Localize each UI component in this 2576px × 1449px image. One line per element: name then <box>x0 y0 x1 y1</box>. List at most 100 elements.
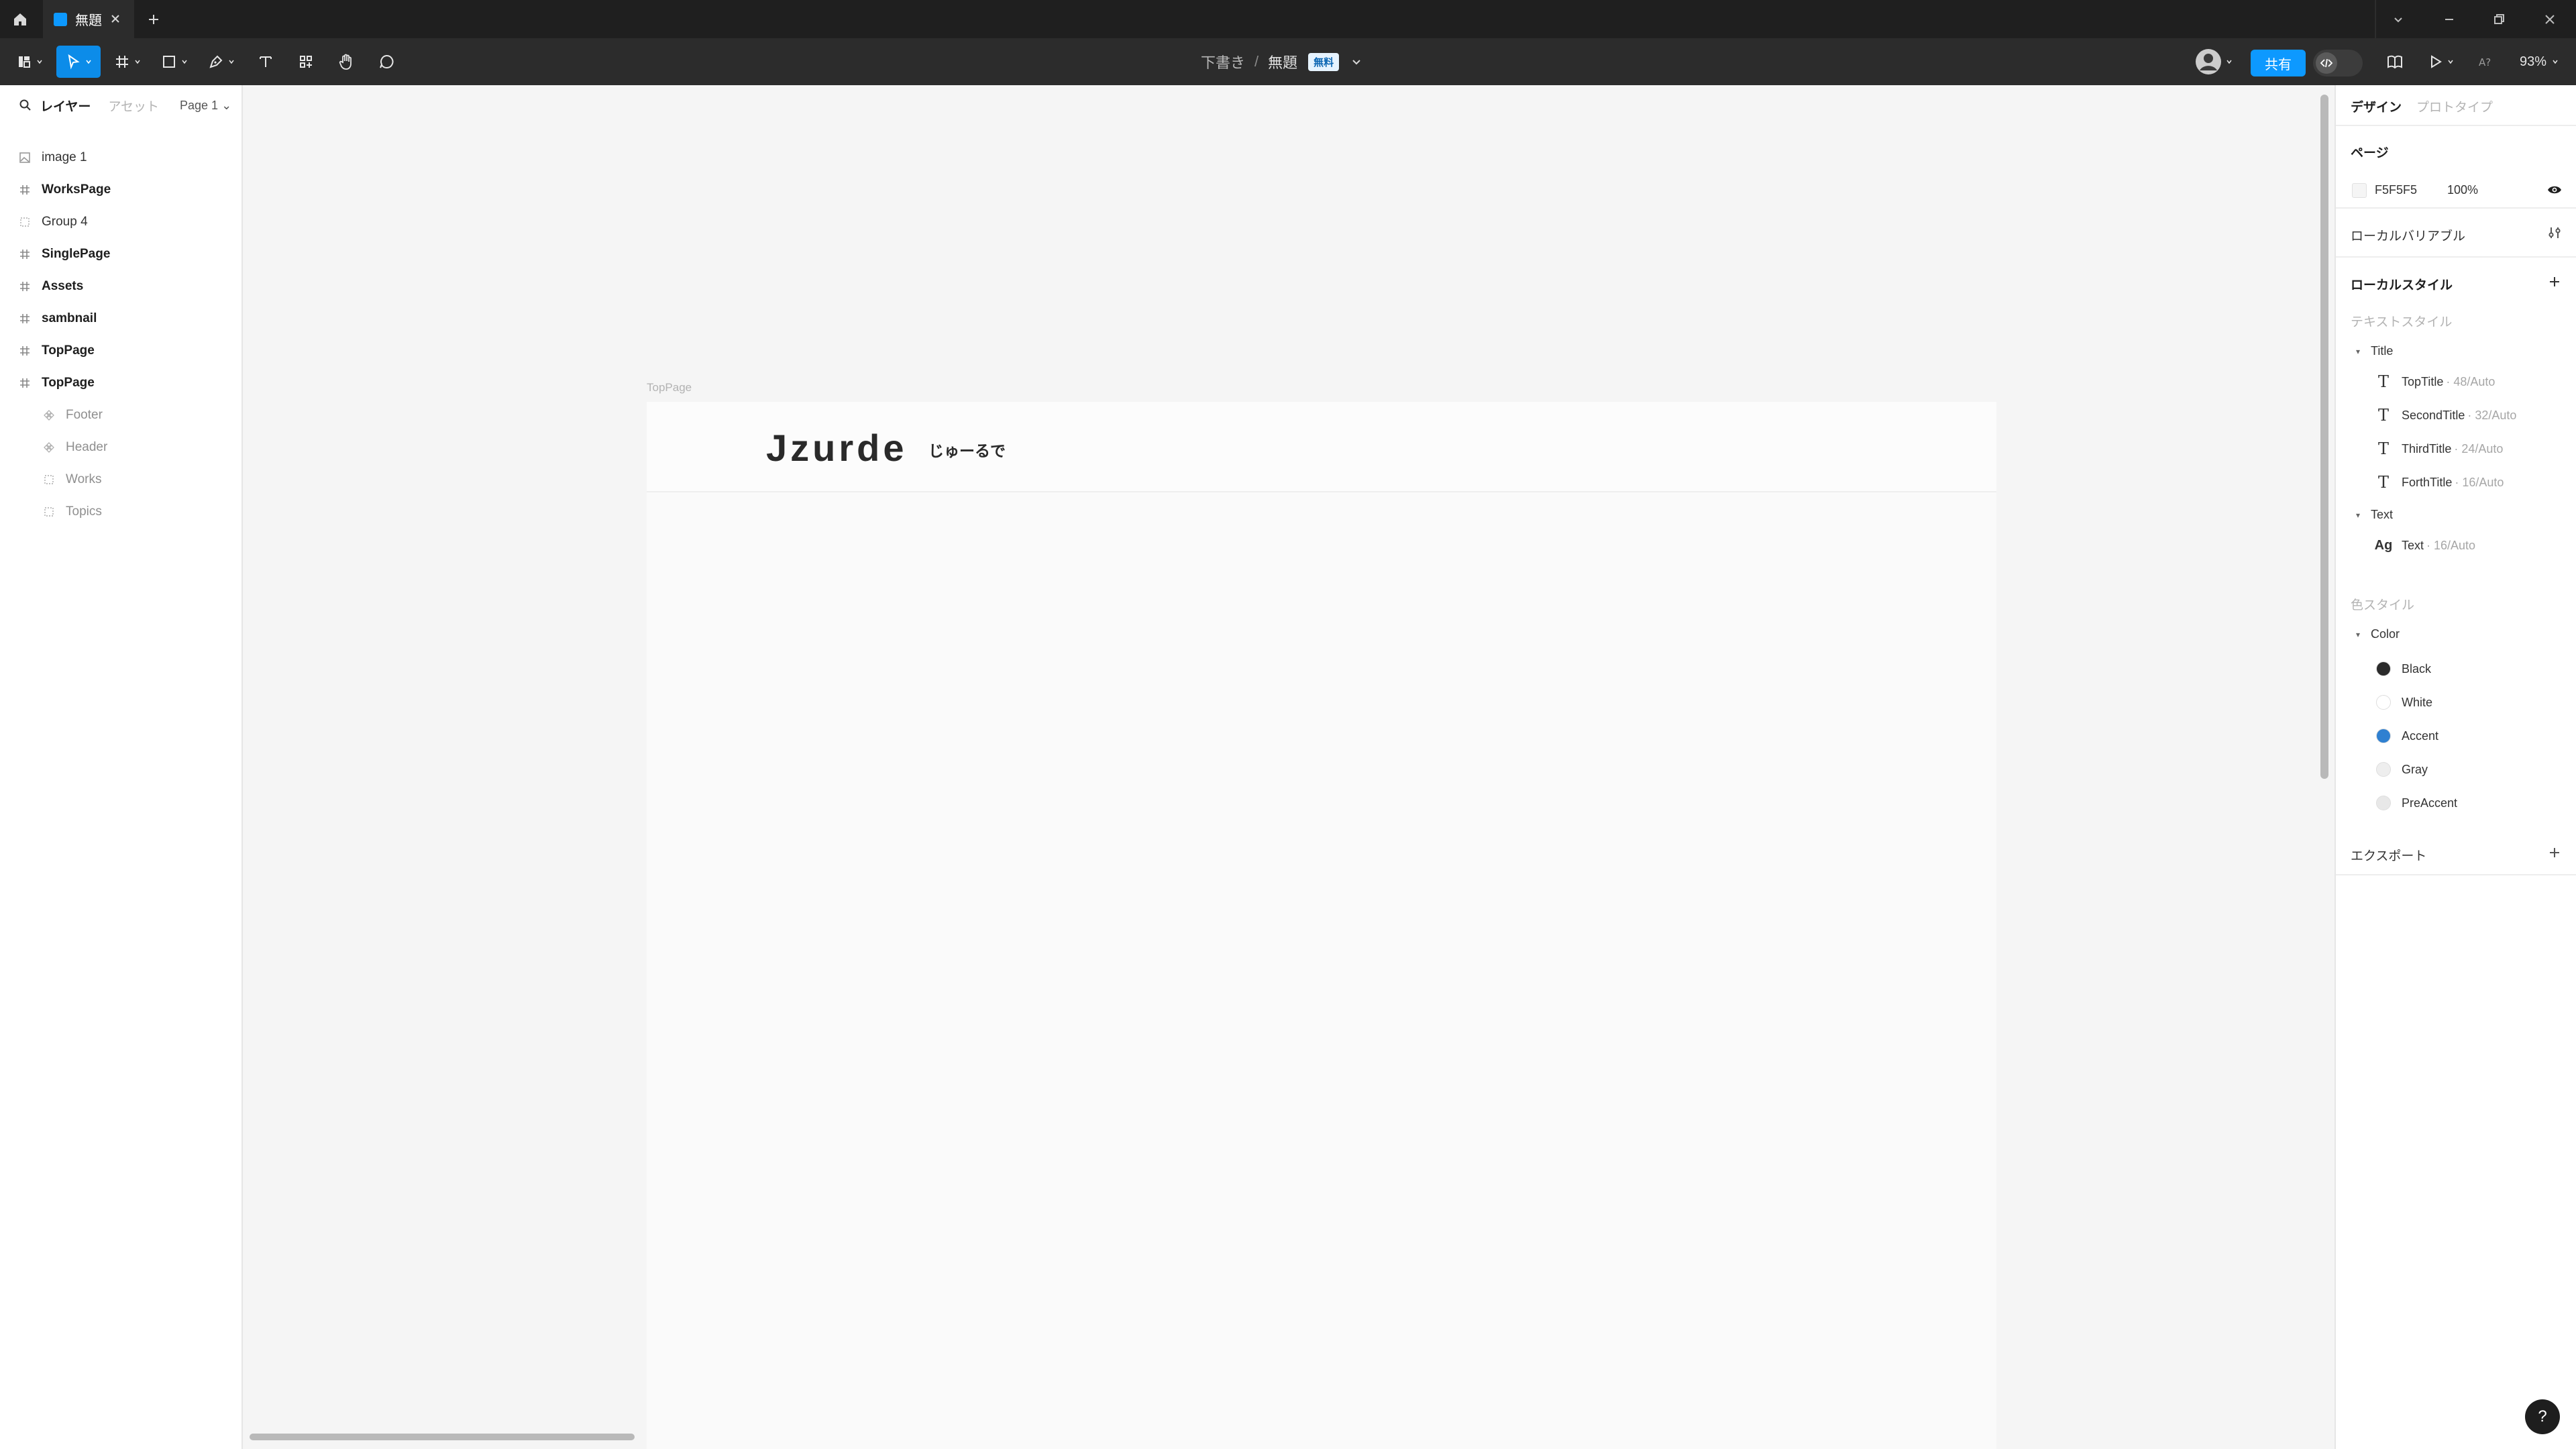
layer-row[interactable]: Footer <box>0 399 241 431</box>
text-group-row[interactable]: ▾ Text <box>2356 508 2393 522</box>
color-swatch <box>2373 762 2394 777</box>
logo-text[interactable]: Jzurde <box>766 426 908 470</box>
page-color-value[interactable]: F5F5F5 <box>2375 183 2417 197</box>
layer-name: image 1 <box>42 150 87 164</box>
close-tab-icon[interactable] <box>106 9 125 28</box>
close-icon[interactable] <box>2540 9 2560 30</box>
vertical-scrollbar[interactable] <box>2320 95 2328 779</box>
swatch-dot <box>2376 729 2391 743</box>
main-menu-icon[interactable] <box>9 46 50 78</box>
tab-prototype[interactable]: プロトタイプ <box>2416 97 2493 115</box>
logo-subtext[interactable]: じゅーるで <box>928 438 1006 461</box>
restore-icon[interactable] <box>2489 9 2509 30</box>
tab-layers[interactable]: レイヤー <box>40 97 91 115</box>
divider <box>2336 125 2576 126</box>
tab-design[interactable]: デザイン <box>2351 97 2402 115</box>
chevron-down-icon[interactable] <box>1351 56 1362 67</box>
color-style-row[interactable]: Black <box>2373 657 2431 681</box>
variables-settings-icon[interactable] <box>2546 225 2563 241</box>
share-button[interactable]: 共有 <box>2251 50 2306 76</box>
layer-row[interactable]: SinglePage <box>0 238 241 270</box>
pen-icon[interactable] <box>201 46 241 78</box>
add-export-icon[interactable] <box>2546 845 2563 861</box>
text-style-row[interactable]: T SecondTitle · 32/Auto <box>2373 403 2516 427</box>
layer-row[interactable]: TopPage <box>0 335 241 367</box>
file-name[interactable]: 無題 <box>1268 51 1297 72</box>
hand-icon[interactable] <box>330 46 362 78</box>
chevron-down-icon[interactable]: ▾ <box>2356 347 2360 356</box>
layer-name: WorksPage <box>42 182 111 197</box>
avatar[interactable] <box>2195 48 2233 75</box>
page-opacity-value[interactable]: 100% <box>2447 183 2478 197</box>
frame-icon <box>17 279 32 294</box>
eye-icon[interactable] <box>2546 182 2563 198</box>
horizontal-scrollbar[interactable] <box>250 1434 635 1440</box>
color-style-row[interactable]: Gray <box>2373 757 2428 782</box>
minimize-icon[interactable] <box>2439 9 2459 30</box>
layer-row[interactable]: Assets <box>0 270 241 303</box>
toppage-frame[interactable]: Jzurde じゅーるで <box>647 402 1996 1449</box>
file-tab[interactable]: 無題 <box>43 0 134 38</box>
layer-row[interactable]: sambnail <box>0 303 241 335</box>
layer-name: Header <box>66 440 108 454</box>
chevron-down-icon[interactable]: ▾ <box>2356 630 2360 639</box>
page-selector-label: Page 1 <box>180 99 219 112</box>
frame-label[interactable]: TopPage <box>647 381 692 394</box>
local-styles-title: ローカルスタイル <box>2351 278 2453 292</box>
text-style-row[interactable]: T TopTitle · 48/Auto <box>2373 370 2495 394</box>
dev-mode-toggle[interactable] <box>2313 50 2363 76</box>
chevron-down-icon[interactable]: ▾ <box>2356 511 2360 520</box>
text-icon[interactable] <box>250 46 282 78</box>
move-icon[interactable] <box>56 46 101 78</box>
color-swatch <box>2373 796 2394 810</box>
comment-icon[interactable] <box>370 46 402 78</box>
color-style-name: Black <box>2402 661 2432 676</box>
frame-icon <box>17 311 32 326</box>
resources-icon[interactable] <box>290 46 322 78</box>
tab-assets[interactable]: アセット <box>108 97 159 115</box>
text-style-row[interactable]: T ForthTitle · 16/Auto <box>2373 470 2504 494</box>
text-style-t-icon: T <box>2377 406 2389 425</box>
group-icon <box>42 472 56 487</box>
left-panel-tabs: レイヤー アセット Page 1 ⌄ <box>0 85 241 125</box>
design-panel: デザイン プロトタイプ ページ F5F5F5 100% ローカルバリアブル ロー… <box>2334 85 2576 1449</box>
color-group-row[interactable]: ▾ Color <box>2356 627 2400 641</box>
local-variables-label[interactable]: ローカルバリアブル <box>2351 226 2465 244</box>
layer-row[interactable]: Topics <box>0 496 241 528</box>
file-tab-title: 無題 <box>75 13 102 28</box>
layer-name: Footer <box>66 408 103 422</box>
breadcrumb-drafts[interactable]: 下書き <box>1201 51 1245 72</box>
layer-row[interactable]: Group 4 <box>0 206 241 238</box>
layer-row[interactable]: Header <box>0 431 241 464</box>
color-style-row[interactable]: Accent <box>2373 724 2438 748</box>
home-icon[interactable] <box>9 9 31 30</box>
help-button[interactable]: ? <box>2525 1399 2560 1434</box>
canvas[interactable]: TopPage Jzurde じゅーるで <box>244 85 2333 1449</box>
frame-icon[interactable] <box>107 46 148 78</box>
search-icon[interactable] <box>19 99 32 112</box>
add-style-icon[interactable] <box>2546 274 2563 290</box>
page-color-swatch[interactable] <box>2352 183 2367 198</box>
new-tab-icon[interactable] <box>144 9 164 30</box>
color-style-row[interactable]: PreAccent <box>2373 791 2457 815</box>
shape-icon[interactable] <box>154 46 195 78</box>
layer-row[interactable]: TopPage <box>0 367 241 399</box>
present-icon[interactable] <box>2424 46 2458 78</box>
color-style-row[interactable]: White <box>2373 690 2432 714</box>
page-selector[interactable]: Page 1 ⌄ <box>180 99 231 113</box>
font-missing-icon[interactable]: A? <box>2474 46 2498 78</box>
color-style-name: White <box>2402 695 2433 709</box>
layer-row[interactable]: WorksPage <box>0 174 241 206</box>
library-icon[interactable] <box>2380 46 2410 78</box>
zoom-menu[interactable]: 93% <box>2520 38 2559 85</box>
text-group-row[interactable]: ▾ Title <box>2356 344 2393 358</box>
text-style-row[interactable]: T ThirdTitle · 24/Auto <box>2373 437 2503 461</box>
chevron-down-icon[interactable] <box>2388 9 2408 30</box>
frame-header[interactable]: Jzurde じゅーるで <box>647 402 1996 492</box>
text-style-t-icon: T <box>2377 372 2389 391</box>
text-style-row[interactable]: Ag Text · 16/Auto <box>2373 533 2475 557</box>
swatch-dot <box>2376 695 2391 710</box>
layer-row[interactable]: Works <box>0 464 241 496</box>
export-label[interactable]: エクスポート <box>2351 846 2426 864</box>
layer-row[interactable]: image 1 <box>0 142 241 174</box>
